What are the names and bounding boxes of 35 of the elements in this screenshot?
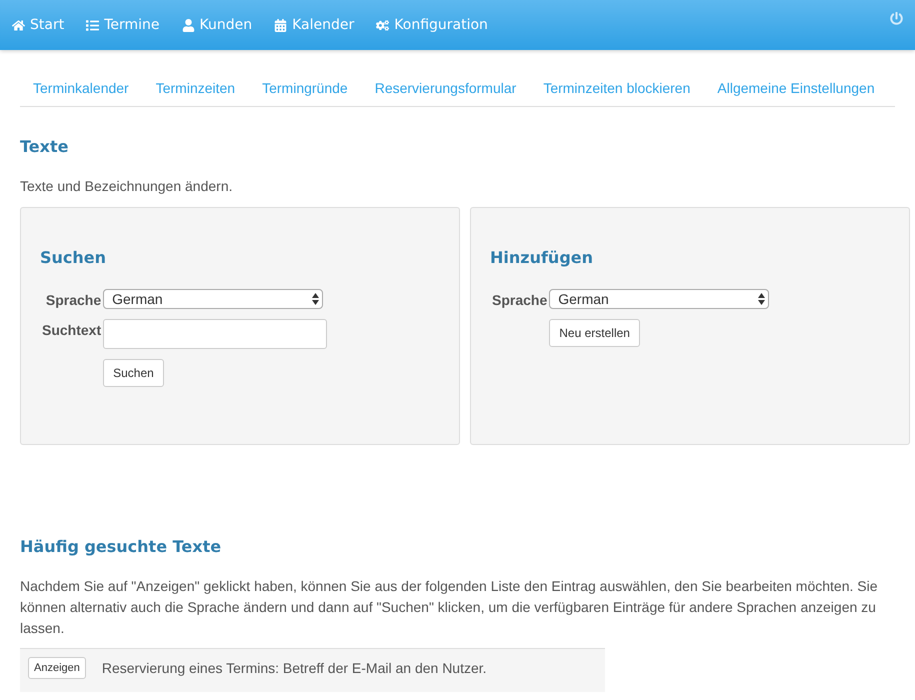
tab-link[interactable]: Reservierungsformular xyxy=(362,80,530,106)
search-button[interactable]: Suchen xyxy=(103,359,164,387)
field-label: Suchtext xyxy=(42,321,102,338)
gears-icon xyxy=(376,18,390,32)
nav-link[interactable]: Konfiguration xyxy=(376,17,488,33)
user-icon xyxy=(182,18,195,32)
tab-link[interactable]: Terminzeiten blockieren xyxy=(530,80,704,106)
calendar-icon xyxy=(274,18,288,32)
intro-text: Texte und Bezeichnungen ändern. xyxy=(20,177,234,196)
nav-link[interactable]: Start xyxy=(12,17,64,33)
search-text-field[interactable] xyxy=(103,319,328,349)
language-select[interactable]: German xyxy=(549,289,770,309)
tab-link[interactable]: Terminzeiten xyxy=(142,80,250,106)
field-label: Sprache xyxy=(44,291,102,308)
nav-link[interactable]: Kunden xyxy=(182,17,252,33)
page-title: Texte xyxy=(20,137,70,156)
show-button[interactable]: Anzeigen xyxy=(28,657,86,679)
language-select[interactable]: German xyxy=(103,289,324,309)
home-icon xyxy=(12,18,25,32)
field-label: Sprache xyxy=(492,291,548,308)
list-icon xyxy=(86,18,100,32)
panel-title: Suchen xyxy=(40,248,108,267)
tab-link[interactable]: Termingründe xyxy=(249,80,362,106)
nav-link[interactable]: Termine xyxy=(86,17,160,33)
tab-link[interactable]: Terminkalender xyxy=(20,80,143,106)
section-title: Häufig gesuchte Texte xyxy=(20,537,222,556)
nav-link[interactable]: Kalender xyxy=(274,17,354,33)
table-cell-text: Reservierung eines Termins: Betreff der E-Mail an den Nutzer. xyxy=(102,659,487,676)
updown-arrows-icon xyxy=(312,293,320,305)
panel-title: Hinzufügen xyxy=(490,248,594,267)
description-text: Nachdem Sie auf "Anzeigen" geklickt haben, können Sie aus der folgenden Liste den Eintrag auswählen, den Sie bearbeiten möchten. Sie können alternativ auch die Sprache ändern und dann auf "Suchen" klicken, um die verfügbaren Einträge für andere Sprachen anzeigen zu lassen. xyxy=(20,577,879,638)
create-button[interactable]: Neu erstellen xyxy=(549,319,640,347)
tab-link[interactable]: Allgemeine Einstellungen xyxy=(704,80,889,106)
updown-arrows-icon xyxy=(758,293,766,305)
power-icon[interactable] xyxy=(890,12,903,25)
